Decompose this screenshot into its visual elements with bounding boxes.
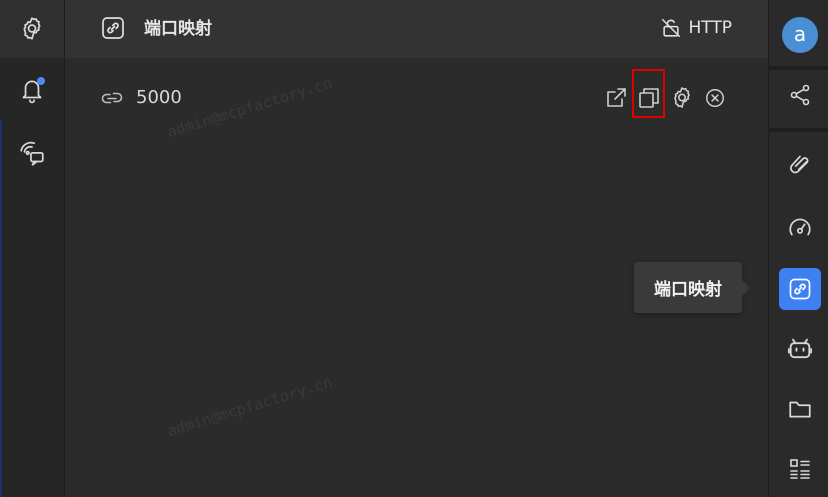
gear-icon (23, 17, 41, 40)
watermark: admin@mcpfactory.cn (165, 372, 335, 441)
port-mapping-row: 5000 (65, 69, 768, 118)
copy-button-highlight (632, 69, 665, 118)
remove-port-button[interactable] (701, 84, 729, 112)
left-sidebar (0, 0, 65, 497)
attachment-button[interactable] (783, 147, 817, 181)
tooltip-arrow (742, 280, 750, 296)
robot-icon (787, 338, 813, 359)
notification-dot (37, 77, 45, 85)
settings-button[interactable] (16, 13, 48, 45)
protocol-toggle[interactable]: HTTP (660, 15, 732, 41)
link-icon (789, 278, 811, 300)
gear-icon (674, 87, 690, 108)
right-sidebar: a (768, 0, 828, 497)
share-icon (790, 84, 810, 106)
remote-chat-button[interactable] (16, 138, 48, 170)
paperclip-icon (790, 155, 809, 174)
port-settings-button[interactable] (668, 84, 696, 112)
protocol-label: HTTP (688, 18, 732, 38)
close-circle-icon (706, 89, 724, 107)
notifications-button[interactable] (16, 74, 48, 106)
chat-signal-icon (20, 141, 44, 166)
bot-button[interactable] (783, 332, 817, 366)
speed-button[interactable] (783, 210, 817, 244)
open-link-button[interactable] (602, 84, 630, 112)
port-number: 5000 (136, 87, 182, 108)
lock-off-icon (662, 18, 681, 38)
app-window: 端口映射 HTTP admin@mcpfactory.cn admin@mcpf… (0, 0, 828, 497)
avatar[interactable]: a (782, 17, 818, 53)
link-chain-icon (98, 86, 126, 110)
share-button[interactable] (783, 78, 817, 112)
speedometer-icon (789, 218, 811, 236)
folder-icon (789, 401, 811, 418)
external-link-icon (607, 88, 626, 107)
divider (769, 128, 828, 132)
link-icon (101, 16, 125, 40)
header-bar: 端口映射 HTTP (65, 0, 768, 58)
left-edge-accent (0, 120, 2, 497)
more-apps-button[interactable] (783, 452, 817, 486)
tooltip: 端口映射 (634, 262, 742, 313)
page-title: 端口映射 (144, 19, 212, 39)
divider (769, 66, 828, 70)
files-button[interactable] (783, 392, 817, 426)
port-mapping-nav-button[interactable] (779, 268, 821, 310)
list-grid-icon (790, 459, 810, 479)
